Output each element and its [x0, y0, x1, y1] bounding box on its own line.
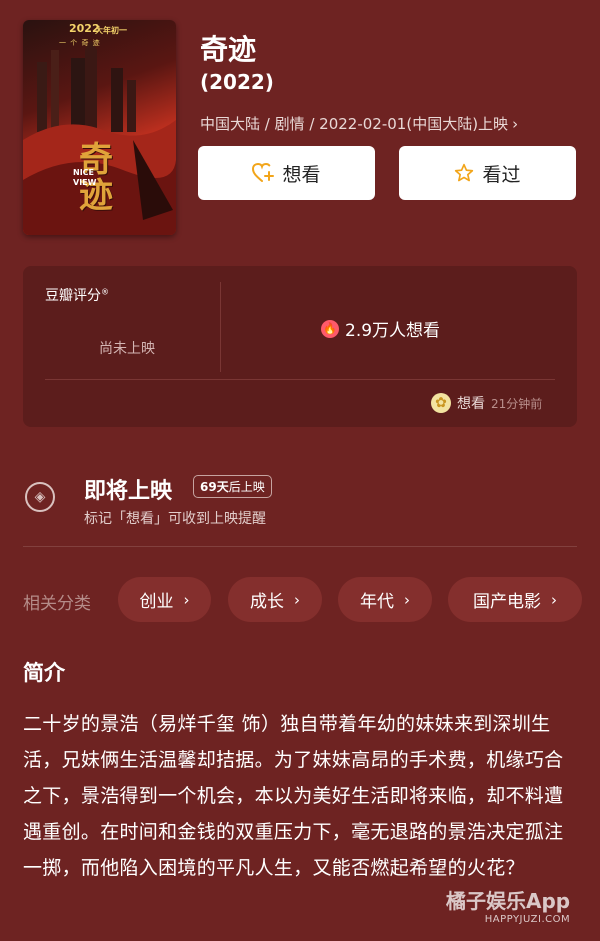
category-chip-label: 年代: [360, 592, 394, 612]
synopsis-title: 简介: [23, 661, 65, 685]
category-chip-label: 创业: [139, 592, 174, 612]
section-divider: [23, 546, 577, 547]
heart-plus-icon: [252, 163, 275, 182]
vertical-divider: [220, 282, 221, 372]
want-to-watch-button[interactable]: 想看: [198, 146, 375, 200]
movie-meta-link[interactable]: 中国大陆 / 剧情 / 2022-02-01(中国大陆)上映 ›: [200, 113, 518, 134]
related-categories-label: 相关分类: [23, 594, 91, 614]
movie-title: 奇迹: [200, 33, 257, 66]
poster-tagline: 一 个 奇 迹: [59, 39, 101, 47]
movie-year: (2022): [200, 70, 274, 94]
watched-label: 看过: [482, 163, 521, 186]
chevron-right-icon: ›: [512, 115, 519, 133]
category-chip[interactable]: 成长 ›: [228, 577, 322, 622]
poster-english-title: NICE VIEW: [73, 168, 97, 187]
recent-action: 想看: [457, 396, 485, 412]
chevron-right-icon: ›: [404, 590, 410, 609]
avatar: ✿: [431, 393, 451, 413]
days-until-release-badge: 69天后上映: [193, 475, 272, 498]
recent-time: 21分钟前: [491, 396, 543, 411]
want-to-watch-label: 想看: [282, 163, 321, 186]
category-chip[interactable]: 创业 ›: [118, 577, 211, 622]
coming-soon-subtitle: 标记「想看」可收到上映提醒: [84, 511, 266, 527]
star-icon: [455, 163, 474, 182]
chevron-right-icon: ›: [294, 590, 300, 609]
chevron-right-icon: ›: [183, 590, 190, 609]
horizontal-divider: [45, 379, 555, 380]
movie-meta-text: 中国大陆 / 剧情 / 2022-02-01(中国大陆)上映: [200, 115, 509, 133]
category-chip[interactable]: 国产电影 ›: [448, 577, 582, 622]
watched-button[interactable]: 看过: [399, 146, 576, 200]
poster-tag: 大年初一: [95, 26, 127, 35]
category-chip-label: 国产电影: [473, 592, 541, 612]
coming-soon-title: 即将上映: [84, 479, 173, 504]
synopsis-text: 二十岁的景浩（易烊千玺 饰）独自带着年幼的妹妹来到深圳生活，兄妹俩生活温馨却拮据…: [23, 713, 564, 879]
category-chip-label: 成长: [250, 592, 284, 612]
douban-rating-label: 豆瓣评分®: [45, 287, 109, 304]
recent-activity[interactable]: ✿ 想看 21分钟前: [431, 393, 542, 413]
ticket-icon: ◈: [25, 482, 55, 512]
watermark-en: HAPPYJUZI.COM: [484, 914, 571, 925]
rating-status: 尚未上映: [99, 341, 155, 357]
movie-poster[interactable]: 2022 大年初一 一 个 奇 迹 奇迹 NICE VIEW: [23, 20, 176, 235]
watermark: 橘子娱乐App HAPPYJUZI.COM: [446, 885, 570, 925]
watermark-cn: 橘子娱乐App: [446, 889, 571, 913]
category-chip[interactable]: 年代 ›: [338, 577, 432, 622]
want-count[interactable]: 🔥 2.9万人想看: [321, 316, 440, 341]
want-count-text: 2.9万人想看: [345, 321, 441, 341]
chevron-right-icon: ›: [551, 590, 557, 609]
fire-icon: 🔥: [321, 319, 339, 338]
rating-card: 豆瓣评分® 尚未上映 🔥 2.9万人想看 ✿ 想看 21分钟前: [23, 266, 577, 427]
